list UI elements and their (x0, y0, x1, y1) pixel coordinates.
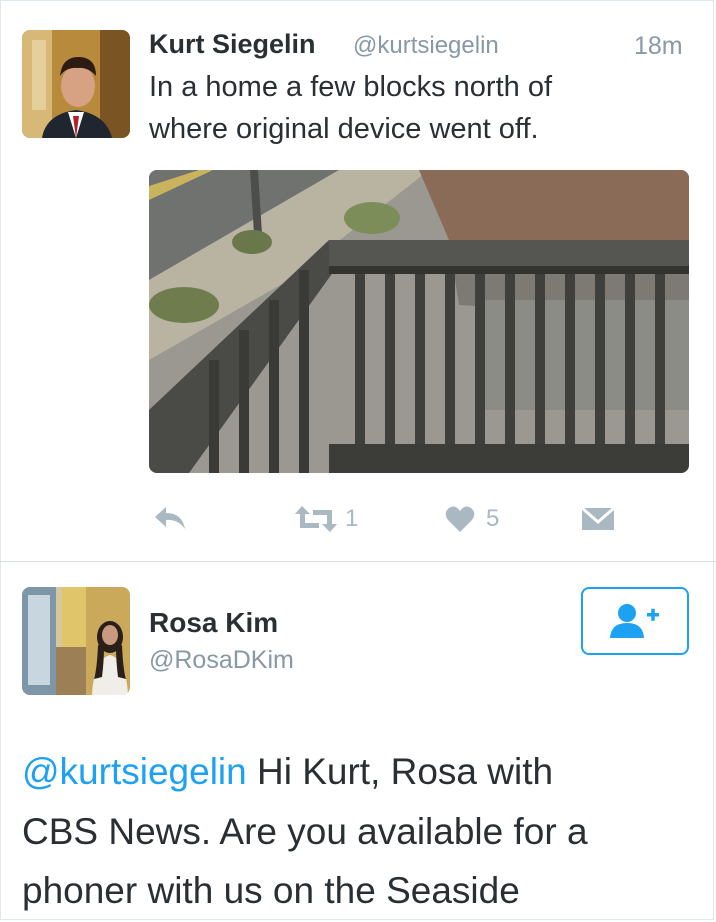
retweet-button[interactable]: 1 (293, 504, 358, 534)
avatar-rosa[interactable] (22, 587, 130, 695)
heart-icon (445, 506, 475, 532)
tweet-text-line-1: In a home a few blocks north of (149, 71, 552, 103)
like-count: 5 (486, 505, 500, 532)
tweet-photo[interactable] (149, 170, 689, 473)
reply-icon (155, 507, 185, 529)
reply-text-line-3: phoner with us on the Seaside (22, 870, 520, 911)
retweet-count: 1 (345, 505, 359, 532)
reply-button[interactable] (152, 504, 188, 532)
envelope-icon (581, 506, 615, 530)
reply-author-handle[interactable]: @RosaDKim (149, 646, 294, 675)
balcony-photo (149, 170, 689, 473)
reply-text-line-1-rest: Hi Kurt, Rosa with (246, 751, 554, 792)
avatar-kurt-image (22, 30, 130, 138)
reply-text-line-2: CBS News. Are you available for a (22, 811, 588, 852)
reply-text-line-1: @kurtsiegelin Hi Kurt, Rosa with (22, 751, 553, 793)
tweet-author-handle[interactable]: @kurtsiegelin (353, 32, 499, 60)
tweet-divider (0, 561, 716, 562)
like-button[interactable]: 5 (444, 504, 499, 534)
avatar-rosa-image (22, 587, 130, 695)
direct-message-button[interactable] (580, 506, 616, 532)
add-user-icon (610, 604, 659, 638)
reply-author-name[interactable]: Rosa Kim (149, 607, 278, 639)
follow-button[interactable] (581, 587, 689, 655)
tweet-timestamp[interactable]: 18m (634, 32, 683, 61)
retweet-icon (295, 506, 337, 532)
tweet-author-name[interactable]: Kurt Siegelin (149, 29, 316, 60)
mention-link[interactable]: @kurtsiegelin (22, 751, 247, 792)
avatar-kurt[interactable] (22, 30, 130, 138)
tweet-text-line-2: where original device went off. (149, 113, 539, 145)
